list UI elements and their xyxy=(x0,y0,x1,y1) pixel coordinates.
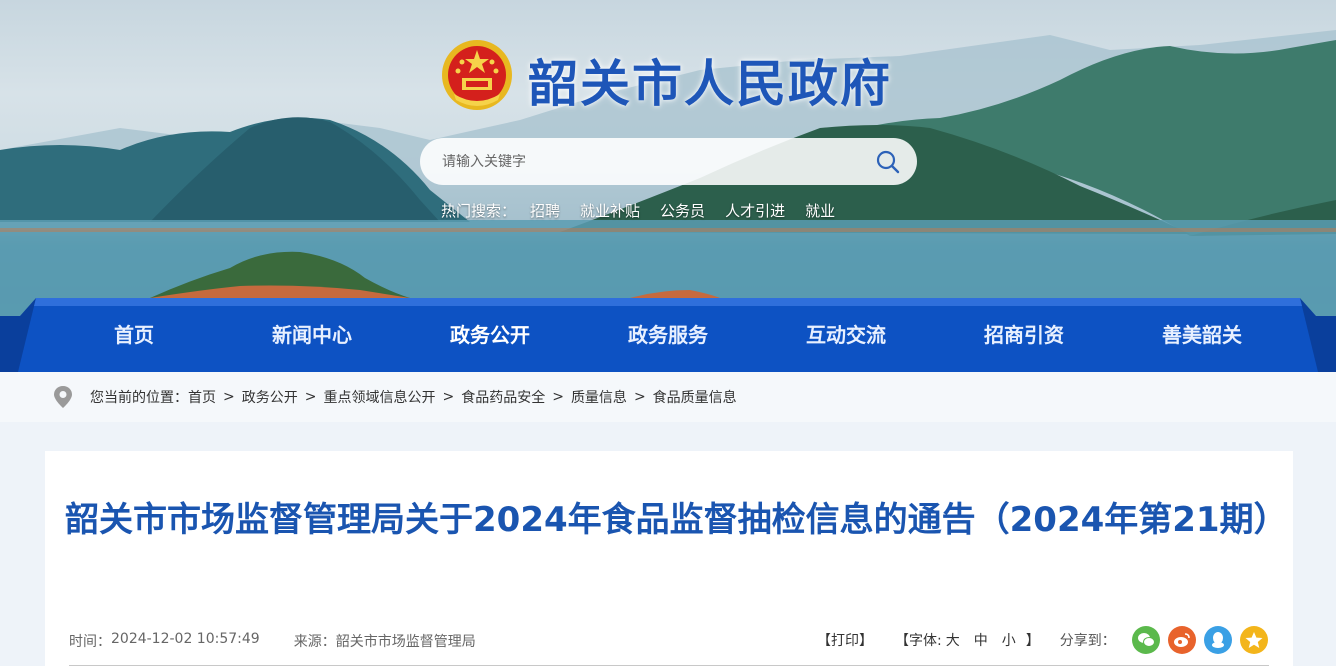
font-size-large[interactable]: 大 xyxy=(946,630,960,650)
search-bar xyxy=(420,138,917,185)
article-tools: 【打印】 【字体: 大 中 小 】 分享到： xyxy=(817,625,1268,655)
nav-item-home[interactable]: 首页 xyxy=(45,314,223,356)
nav-item-shaoguan[interactable]: 善美韶关 xyxy=(1113,314,1291,356)
print-button[interactable]: 【打印】 xyxy=(817,630,873,650)
breadcrumb-item[interactable]: 质量信息 xyxy=(571,387,627,407)
breadcrumb-item[interactable]: 食品质量信息 xyxy=(653,387,737,407)
breadcrumb-prefix: 您当前的位置： xyxy=(90,390,188,406)
breadcrumb: 您当前的位置： 首页 > 政务公开 > 重点领域信息公开 > 食品药品安全 > … xyxy=(52,372,737,422)
breadcrumb-item[interactable]: 首页 xyxy=(188,387,216,407)
article-card: 韶关市市场监督管理局关于2024年食品监督抽检信息的通告（2024年第21期） … xyxy=(45,451,1293,666)
hot-search: 热门搜索： 招聘 就业补贴 公务员 人才引进 就业 xyxy=(441,200,855,221)
font-size-close: 】 xyxy=(1025,633,1040,649)
publish-time: 2024-12-02 10:57:49 xyxy=(111,631,260,647)
breadcrumb-item[interactable]: 重点领域信息公开 xyxy=(323,387,435,407)
nav-item-gov-affairs[interactable]: 政务公开 xyxy=(401,314,579,356)
source-label: 来源： xyxy=(293,634,336,650)
nav-item-investment[interactable]: 招商引资 xyxy=(935,314,1113,356)
hot-search-item[interactable]: 就业补贴 xyxy=(580,200,640,221)
breadcrumb-separator: > xyxy=(442,389,455,405)
breadcrumb-item[interactable]: 食品药品安全 xyxy=(461,387,545,407)
article-meta: 时间： 2024-12-02 10:57:49 来源： 韶关市市场监督管理局 xyxy=(69,631,476,651)
search-icon[interactable] xyxy=(873,147,903,177)
location-pin-icon xyxy=(54,386,72,408)
breadcrumb-separator: > xyxy=(223,389,235,405)
share-label: 分享到： xyxy=(1059,633,1116,649)
hot-search-label: 热门搜索： xyxy=(441,202,517,220)
breadcrumb-separator: > xyxy=(304,389,317,405)
breadcrumb-bar: 您当前的位置： 首页 > 政务公开 > 重点领域信息公开 > 食品药品安全 > … xyxy=(0,372,1336,422)
search-input[interactable] xyxy=(442,153,873,170)
qzone-icon[interactable] xyxy=(1239,626,1268,654)
qq-icon[interactable] xyxy=(1203,626,1232,654)
weibo-icon[interactable] xyxy=(1167,626,1196,654)
site-title[interactable]: 韶关市人民政府 xyxy=(528,44,892,116)
breadcrumb-separator: > xyxy=(633,389,646,405)
hot-search-item[interactable]: 人才引进 xyxy=(725,200,785,221)
font-size-label: 【字体: xyxy=(895,633,942,649)
nav-item-interaction[interactable]: 互动交流 xyxy=(757,314,935,356)
hot-search-item[interactable]: 招聘 xyxy=(530,200,560,221)
breadcrumb-separator: > xyxy=(552,389,564,405)
wechat-icon[interactable] xyxy=(1131,626,1160,654)
hot-search-item[interactable]: 公务员 xyxy=(660,200,705,221)
article-source: 韶关市市场监督管理局 xyxy=(335,634,476,650)
font-size-medium[interactable]: 中 xyxy=(974,630,988,650)
time-label: 时间： xyxy=(69,634,111,650)
font-size-control: 【字体: 大 中 小 】 xyxy=(895,630,1040,650)
nav-item-gov-services[interactable]: 政务服务 xyxy=(579,314,757,356)
national-emblem-icon xyxy=(442,40,512,110)
font-size-small[interactable]: 小 xyxy=(1002,630,1016,650)
breadcrumb-item[interactable]: 政务公开 xyxy=(242,387,298,407)
article-title: 韶关市市场监督管理局关于2024年食品监督抽检信息的通告（2024年第21期） xyxy=(65,500,1288,540)
nav-item-news[interactable]: 新闻中心 xyxy=(223,314,401,356)
hot-search-item[interactable]: 就业 xyxy=(805,200,835,221)
main-nav: 首页 新闻中心 政务公开 政务服务 互动交流 招商引资 善美韶关 xyxy=(0,298,1336,372)
